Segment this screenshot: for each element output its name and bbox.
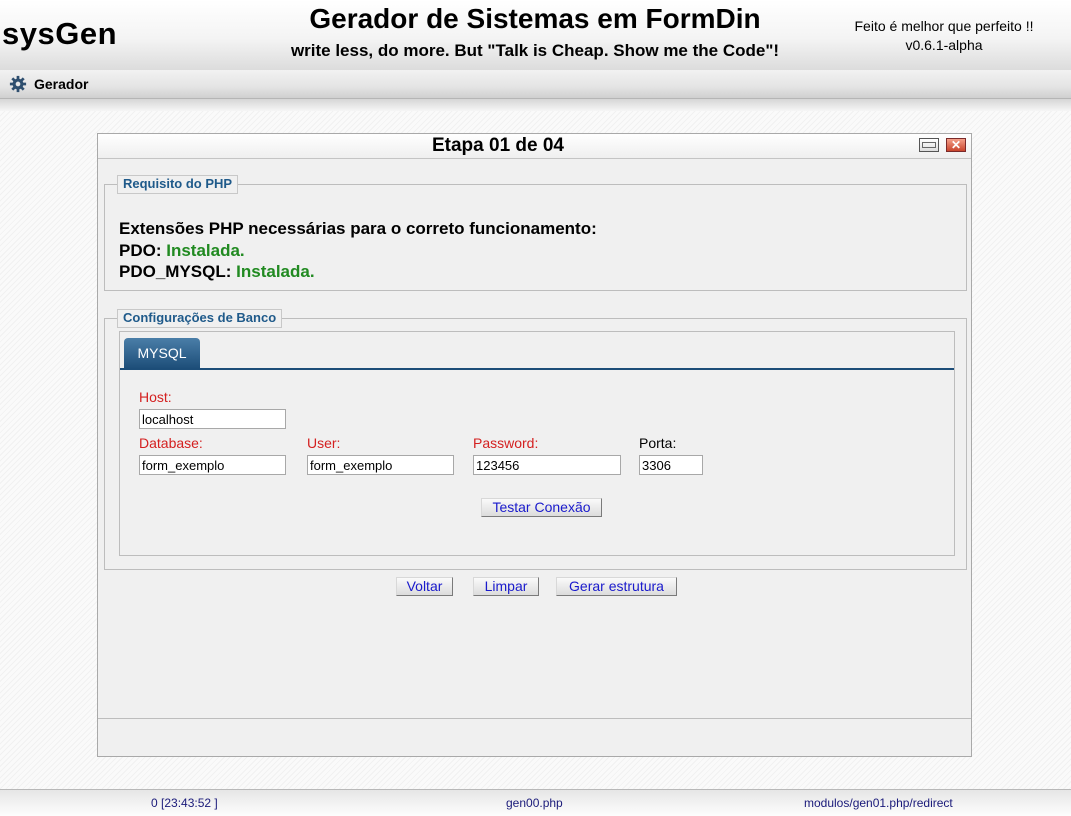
host-label: Host:: [139, 389, 172, 405]
back-button[interactable]: Voltar: [396, 577, 453, 596]
status-page: gen00.php: [506, 796, 563, 810]
wizard-window: Etapa 01 de 04 ✕ Requisito do PHP Extens…: [97, 133, 972, 757]
app-motto-block: Feito é melhor que perfeito !! v0.6.1-al…: [826, 17, 1062, 55]
status-bar: 0 [23:43:52 ] gen00.php modulos/gen01.ph…: [0, 789, 1071, 816]
gear-icon: [9, 75, 27, 93]
menu-bar: Gerador: [0, 70, 1071, 99]
extension-pdo-mysql: PDO_MYSQL: Instalada.: [119, 262, 315, 281]
window-title: Etapa 01 de 04: [431, 135, 565, 156]
close-button[interactable]: ✕: [946, 138, 966, 152]
database-config-fieldset: Configurações de Banco MYSQL Host: Datab…: [104, 309, 967, 570]
extension-status: Instalada.: [236, 262, 315, 281]
database-input[interactable]: [139, 455, 286, 475]
generate-structure-button[interactable]: Gerar estrutura: [556, 577, 677, 596]
extension-name: PDO: [119, 241, 156, 260]
menu-item-label: Gerador: [34, 76, 89, 92]
menu-item-gerador[interactable]: Gerador: [9, 74, 88, 94]
tab-underline: [120, 368, 954, 370]
database-label: Database:: [139, 435, 203, 451]
test-connection-button[interactable]: Testar Conexão: [481, 498, 602, 517]
php-requirements-legend: Requisito do PHP: [117, 175, 239, 194]
menu-shadow: [0, 99, 1071, 111]
clear-button[interactable]: Limpar: [473, 577, 539, 596]
database-tab-panel: MYSQL Host: Database: User: Password: Po…: [119, 331, 955, 556]
app-version: v0.6.1-alpha: [905, 37, 983, 53]
extension-name: PDO_MYSQL: [119, 262, 226, 281]
status-route: modulos/gen01.php/redirect: [804, 796, 953, 810]
window-titlebar: Etapa 01 de 04 ✕: [98, 134, 971, 159]
tab-mysql[interactable]: MYSQL: [124, 338, 200, 369]
app-header: sysGen Gerador de Sistemas em FormDin wr…: [0, 0, 1071, 71]
app-title: Gerador de Sistemas em FormDin: [309, 3, 761, 34]
user-input[interactable]: [307, 455, 454, 475]
app-motto: Feito é melhor que perfeito !!: [854, 18, 1034, 34]
php-requirements-fieldset: Requisito do PHP Extensões PHP necessári…: [104, 175, 967, 291]
password-label: Password:: [473, 435, 539, 451]
port-label: Porta:: [639, 435, 677, 451]
window-footer-divider: [98, 718, 971, 719]
host-input[interactable]: [139, 409, 286, 429]
app-subtitle: write less, do more. But "Talk is Cheap.…: [290, 41, 780, 60]
status-counter: 0 [23:43:52 ]: [151, 796, 218, 810]
extension-status: Instalada.: [166, 241, 245, 260]
password-input[interactable]: [473, 455, 621, 475]
minimize-button[interactable]: [919, 138, 939, 152]
extension-pdo: PDO: Instalada.: [119, 241, 245, 260]
php-requirements-heading: Extensões PHP necessárias para o correto…: [119, 219, 597, 238]
database-config-legend: Configurações de Banco: [117, 309, 283, 328]
user-label: User:: [307, 435, 341, 451]
port-input[interactable]: [639, 455, 703, 475]
app-logo: sysGen: [2, 16, 118, 51]
